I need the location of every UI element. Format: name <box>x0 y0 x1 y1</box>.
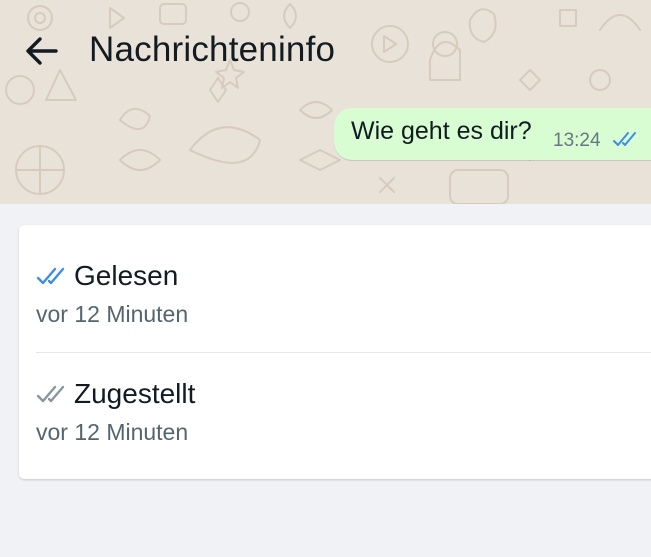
message-bubble[interactable]: Wie geht es dir? 13:24 <box>334 108 651 160</box>
double-check-icon <box>36 264 70 288</box>
page-title: Nachrichteninfo <box>89 30 336 69</box>
message-status-card: Gelesen vor 12 Minuten Zugestellt vor 12… <box>19 225 651 479</box>
status-read: Gelesen vor 12 Minuten <box>36 259 651 328</box>
message-time: 13:24 <box>553 130 601 151</box>
double-check-icon <box>36 382 70 406</box>
status-time-read: vor 12 Minuten <box>36 301 189 327</box>
message-text: Wie geht es dir? <box>351 117 532 145</box>
status-time-delivered: vor 12 Minuten <box>36 419 189 445</box>
top-bar: Nachrichteninfo <box>0 0 651 104</box>
double-check-icon <box>612 130 640 153</box>
divider <box>36 352 651 353</box>
arrow-left-icon <box>26 37 58 65</box>
status-label-read: Gelesen <box>74 260 179 291</box>
status-label-delivered: Zugestellt <box>74 378 196 409</box>
back-button[interactable] <box>22 32 60 70</box>
status-delivered: Zugestellt vor 12 Minuten <box>36 377 651 446</box>
